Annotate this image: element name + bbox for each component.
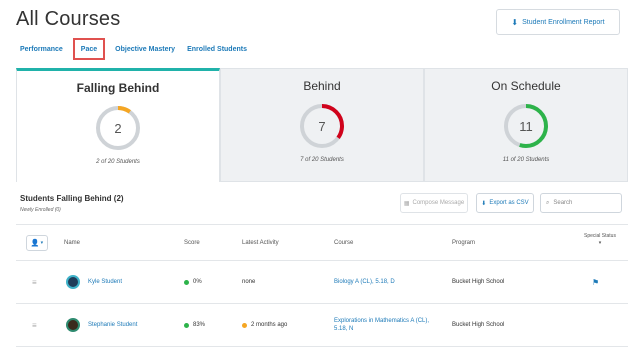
tab-performance[interactable]: Performance (16, 38, 69, 60)
card-title: Falling Behind (76, 81, 160, 95)
compose-message-button[interactable]: ▦ Compose Message (400, 193, 468, 213)
progress-ring: 7 (300, 104, 344, 148)
card-title: Behind (303, 79, 341, 93)
flag-icon[interactable]: ⚑ (592, 261, 599, 303)
table-row[interactable]: ≡ Kyle Student 0% none Biology A (CL), 5… (16, 261, 628, 304)
progress-ring: 2 (96, 106, 140, 150)
pace-summary: Falling Behind 2 2 of 20 Students Behind… (16, 68, 628, 182)
drag-handle-icon[interactable]: ≡ (32, 261, 37, 303)
score-status-dot (184, 279, 189, 285)
section-title: Students Falling Behind (2) (20, 194, 124, 203)
search-placeholder: Search (553, 200, 573, 206)
on-schedule-card[interactable]: On Schedule 11 11 of 20 Students (424, 68, 628, 182)
user-icon: 👤 (30, 240, 40, 247)
behind-card[interactable]: Behind 7 7 of 20 Students (220, 68, 424, 182)
user-sort-dropdown[interactable]: 👤 ▾ (26, 235, 48, 251)
column-header-activity[interactable]: Latest Activity (242, 225, 279, 260)
tab-objective-mastery[interactable]: Objective Mastery (109, 38, 181, 60)
student-name-link[interactable]: Stephanie Student (88, 304, 137, 346)
tab-enrolled-students[interactable]: Enrolled Students (181, 38, 253, 60)
latest-activity: none (242, 279, 256, 285)
table-row[interactable]: ≡ Stephanie Student 83% 2 months ago Exp… (16, 304, 628, 347)
column-header-special-status[interactable]: Special Status ▾ (584, 233, 616, 247)
export-csv-button[interactable]: ⬇ Export as CSV (476, 193, 534, 213)
newly-enrolled-label[interactable]: Newly Enrolled (0) (20, 207, 61, 213)
progress-ring: 11 (504, 104, 548, 148)
tab-bar: Performance Pace Objective Mastery Enrol… (16, 38, 253, 60)
report-button-label: Student Enrollment Report (522, 18, 605, 26)
chevron-down-icon: ▾ (40, 240, 44, 246)
card-count: 2 (114, 121, 121, 136)
drag-handle-icon[interactable]: ≡ (32, 304, 37, 346)
card-subtitle: 7 of 20 Students (300, 157, 344, 163)
card-count: 11 (519, 119, 533, 134)
column-header-program[interactable]: Program (452, 225, 475, 260)
card-title: On Schedule (491, 79, 561, 93)
activity-text: 2 months ago (251, 322, 288, 328)
falling-behind-card[interactable]: Falling Behind 2 2 of 20 Students (16, 68, 220, 182)
chevron-down-icon: ▾ (598, 240, 602, 246)
card-subtitle: 2 of 20 Students (96, 159, 140, 165)
latest-activity: 2 months ago (242, 304, 287, 346)
card-subtitle: 11 of 20 Students (502, 157, 550, 163)
avatar (66, 275, 80, 289)
students-table: 👤 ▾ Name Score Latest Activity Course Pro… (16, 224, 628, 347)
score-value: 83% (184, 304, 205, 346)
score-text: 0% (193, 279, 202, 285)
page-title: All Courses (16, 8, 121, 30)
message-icon: ▦ (403, 200, 410, 207)
avatar (66, 318, 80, 332)
student-enrollment-report-button[interactable]: ⬇ Student Enrollment Report (496, 9, 620, 35)
course-link[interactable]: Biology A (CL), 5.18, D (334, 261, 438, 303)
compose-label: Compose Message (412, 200, 465, 206)
score-status-dot (184, 322, 189, 328)
program-value: Bucket High School (452, 322, 505, 328)
table-header: 👤 ▾ Name Score Latest Activity Course Pro… (16, 225, 628, 261)
search-input[interactable]: ⌕ Search (540, 193, 622, 213)
export-label: Export as CSV (489, 200, 529, 206)
column-header-course[interactable]: Course (334, 225, 353, 260)
course-link[interactable]: Explorations in Mathematics A (CL), 5.18… (334, 304, 438, 346)
tab-pace[interactable]: Pace (72, 38, 106, 60)
score-value: 0% (184, 261, 202, 303)
download-icon: ⬇ (511, 17, 519, 27)
search-icon: ⌕ (546, 199, 550, 206)
special-status-label: Special Status (584, 233, 616, 239)
score-text: 83% (193, 322, 206, 328)
download-icon: ⬇ (481, 200, 487, 207)
activity-status-dot (242, 322, 247, 328)
column-header-score[interactable]: Score (184, 225, 200, 260)
student-name-link[interactable]: Kyle Student (88, 261, 122, 303)
column-header-name[interactable]: Name (64, 225, 80, 260)
card-count: 7 (318, 119, 325, 134)
program-value: Bucket High School (452, 279, 505, 285)
